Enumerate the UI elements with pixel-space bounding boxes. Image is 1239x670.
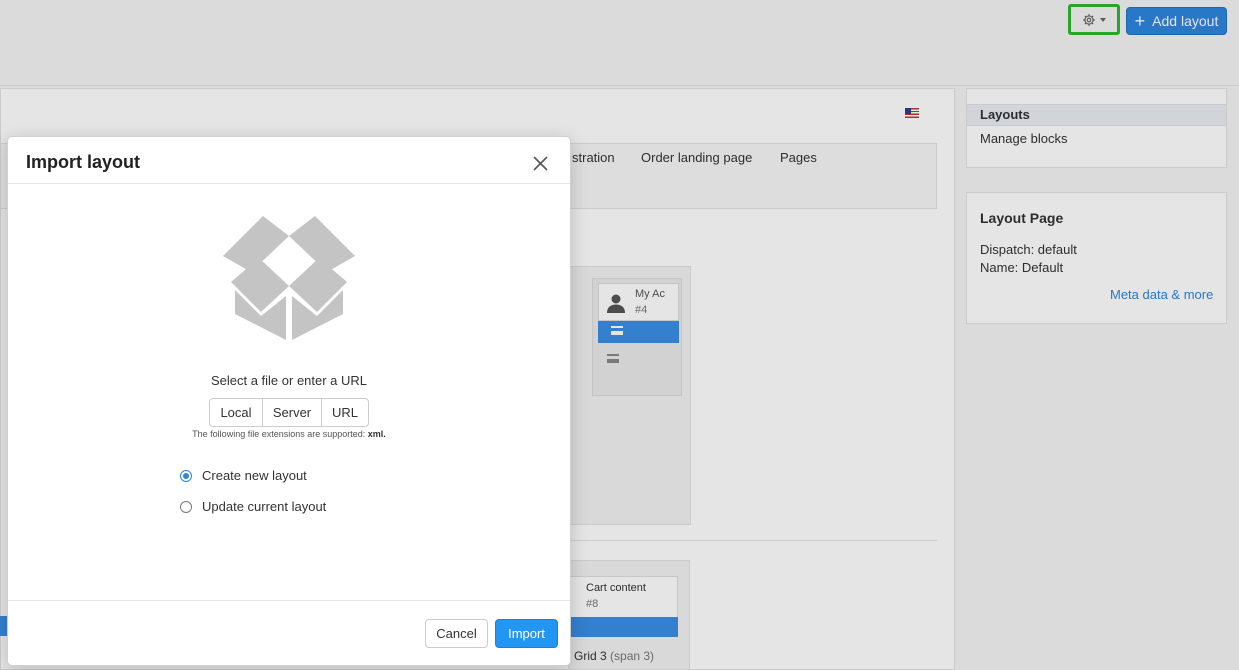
radio-create-new-layout[interactable] [180, 469, 192, 482]
dialog-title: Import layout [26, 152, 141, 172]
extensions-text: The following file extensions are suppor… [192, 429, 366, 439]
create-new-layout-option[interactable]: Create new layout [180, 468, 307, 483]
dialog-footer-divider [8, 600, 570, 601]
supported-extensions-note: The following file extensions are suppor… [8, 429, 570, 439]
url-source-button[interactable]: URL [322, 399, 368, 426]
close-button[interactable] [526, 149, 554, 177]
option-label: Create new layout [202, 468, 307, 483]
option-label: Update current layout [202, 499, 327, 514]
open-box-icon [223, 216, 355, 340]
import-button[interactable]: Import [495, 619, 558, 648]
update-current-layout-option[interactable]: Update current layout [180, 499, 326, 514]
source-button-group: Local Server URL [209, 398, 369, 427]
extensions-value: xml. [367, 429, 386, 439]
close-icon [532, 155, 548, 171]
dialog-header-divider [8, 183, 570, 184]
radio-update-current-layout[interactable] [180, 500, 192, 513]
cancel-button[interactable]: Cancel [425, 619, 488, 648]
select-file-prompt: Select a file or enter a URL [210, 373, 368, 388]
local-source-button[interactable]: Local [210, 399, 263, 426]
server-source-button[interactable]: Server [263, 399, 322, 426]
import-layout-dialog: Import layout Select a file or enter a U… [7, 136, 571, 666]
